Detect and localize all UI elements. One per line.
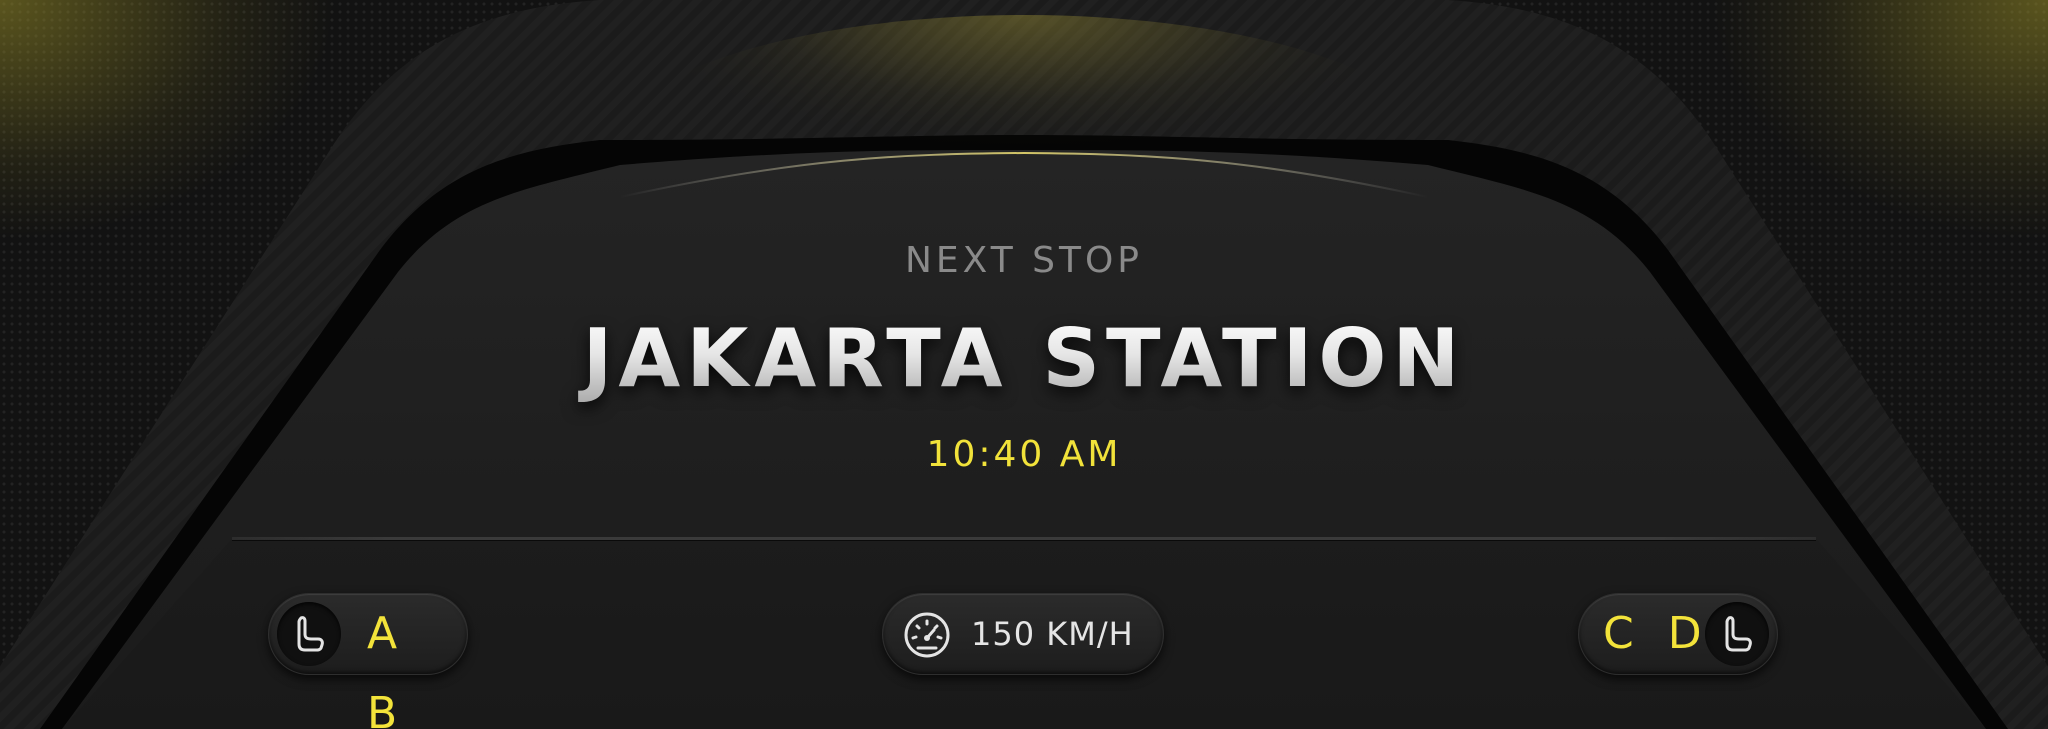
speed-value: 150 KM/H <box>971 615 1134 653</box>
next-stop-label: NEXT STOP <box>904 240 1144 281</box>
seat-icon <box>277 602 341 666</box>
speed-pill: 150 KM/H <box>882 593 1164 675</box>
left-seats-label: A B <box>367 608 408 729</box>
right-seats-label: C D <box>1603 608 1712 659</box>
seat-icon <box>1705 602 1769 666</box>
arrival-time: 10:40 AM <box>926 434 1122 475</box>
speedometer-icon <box>904 612 950 658</box>
station-name: JAKARTA STATION <box>0 312 2048 405</box>
left-seats-pill[interactable]: A B <box>268 593 468 729</box>
right-seats-pill[interactable]: C D <box>1578 593 1778 675</box>
panel-divider <box>232 537 1816 541</box>
train-info-display: NEXT STOP JAKARTA STATION 10:40 AM A B 1… <box>0 0 2048 729</box>
